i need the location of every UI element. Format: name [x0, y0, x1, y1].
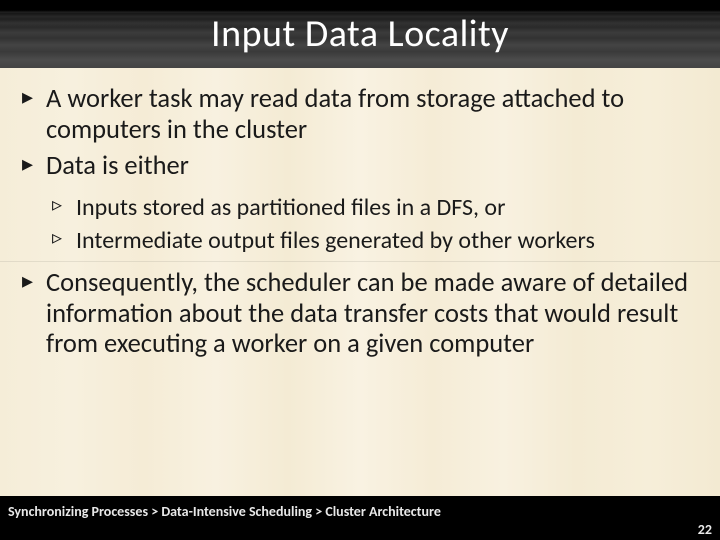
bullet-level1: Data is either	[18, 151, 702, 182]
footer: Synchronizing Processes > Data-Intensive…	[0, 496, 720, 540]
divider	[0, 261, 720, 262]
bullet-level1: Consequently, the scheduler can be made …	[18, 268, 702, 360]
bullet-level2: Inputs stored as partitioned files in a …	[18, 194, 702, 222]
page-number: 22	[698, 521, 712, 538]
slide-title: Input Data Locality	[211, 11, 509, 57]
slide-body: A worker task may read data from storage…	[0, 68, 720, 496]
title-bar: Input Data Locality	[0, 0, 720, 69]
breadcrumb: Synchronizing Processes > Data-Intensive…	[8, 503, 441, 520]
bullet-level1: A worker task may read data from storage…	[18, 84, 702, 145]
bullet-level2: Intermediate output files generated by o…	[18, 227, 702, 255]
slide: Input Data Locality A worker task may re…	[0, 0, 720, 540]
